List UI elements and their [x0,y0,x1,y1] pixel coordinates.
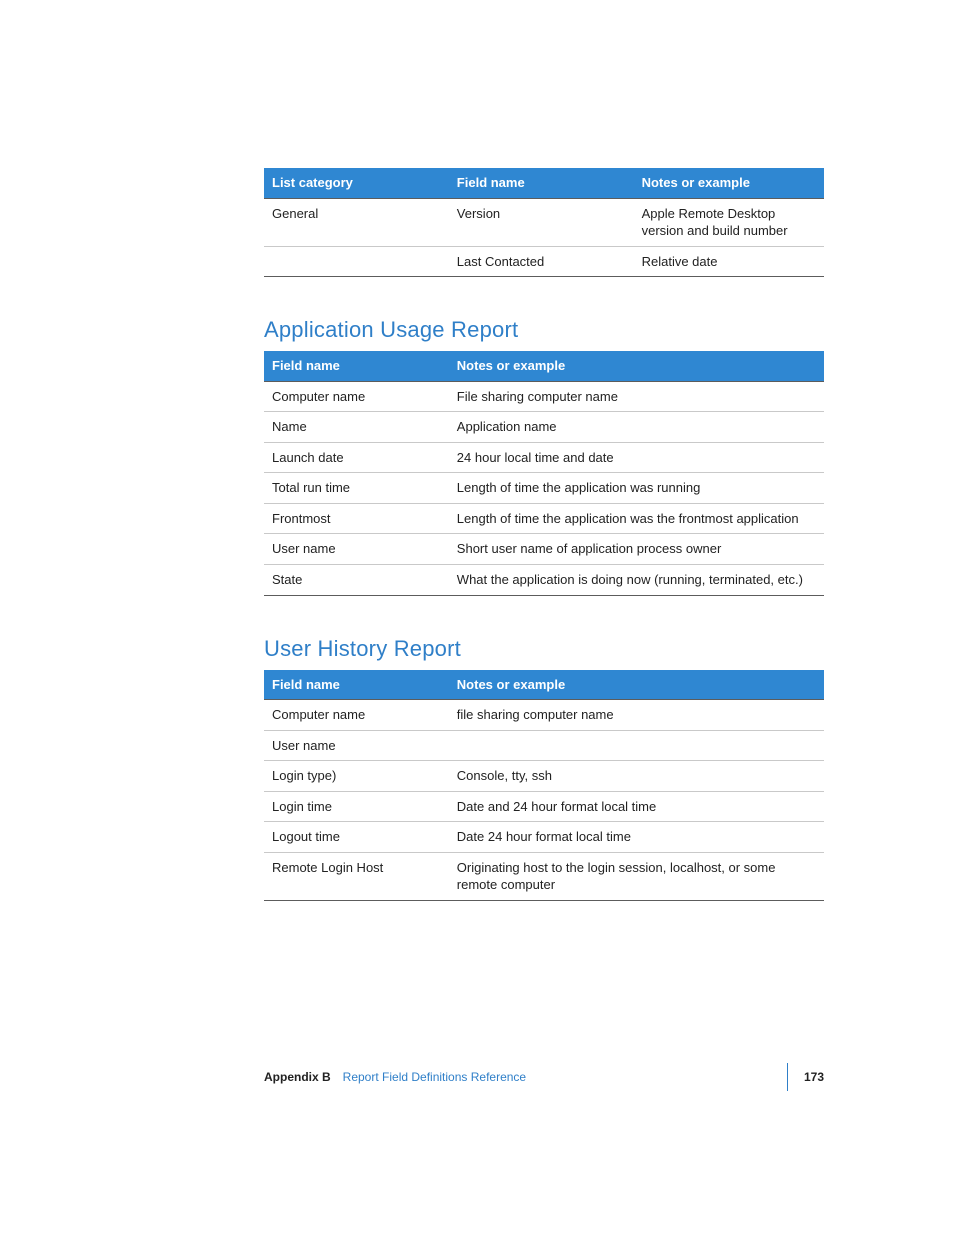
cell: Total run time [264,473,449,504]
cell: Login time [264,791,449,822]
cell [264,246,449,277]
cell [449,730,824,761]
table-user-history: Field name Notes or example Computer nam… [264,670,824,901]
cell: Launch date [264,442,449,473]
cell: Frontmost [264,503,449,534]
th-field-name: Field name [264,351,449,381]
cell: What the application is doing now (runni… [449,565,824,596]
table-application-usage: Field name Notes or example Computer nam… [264,351,824,595]
cell: State [264,565,449,596]
th-notes: Notes or example [449,670,824,700]
cell: Apple Remote Desktop version and build n… [634,198,824,246]
cell: Date 24 hour format local time [449,822,824,853]
th-notes: Notes or example [449,351,824,381]
cell: File sharing computer name [449,381,824,412]
cell: Length of time the application was runni… [449,473,824,504]
table-row: User nameShort user name of application … [264,534,824,565]
footer-divider [787,1063,788,1091]
cell: Computer name [264,700,449,731]
table-row: Computer namefile sharing computer name [264,700,824,731]
table-list-category: List category Field name Notes or exampl… [264,168,824,277]
footer-title: Report Field Definitions Reference [343,1070,526,1084]
table-row: Remote Login HostOriginating host to the… [264,852,824,900]
table-row: Launch date24 hour local time and date [264,442,824,473]
cell: file sharing computer name [449,700,824,731]
table-row: User name [264,730,824,761]
cell: 24 hour local time and date [449,442,824,473]
cell: Remote Login Host [264,852,449,900]
table-row: Login type)Console, tty, ssh [264,761,824,792]
cell: General [264,198,449,246]
heading-application-usage: Application Usage Report [264,317,824,343]
cell: Computer name [264,381,449,412]
cell: Application name [449,412,824,443]
table-row: Login timeDate and 24 hour format local … [264,791,824,822]
cell: Date and 24 hour format local time [449,791,824,822]
th-field-name: Field name [264,670,449,700]
table-row: Total run timeLength of time the applica… [264,473,824,504]
table-row: FrontmostLength of time the application … [264,503,824,534]
heading-user-history: User History Report [264,636,824,662]
cell: Originating host to the login session, l… [449,852,824,900]
cell: Relative date [634,246,824,277]
cell: Login type) [264,761,449,792]
th-list-category: List category [264,168,449,198]
cell: User name [264,534,449,565]
table-row: Computer nameFile sharing computer name [264,381,824,412]
cell: Name [264,412,449,443]
th-notes: Notes or example [634,168,824,198]
page-footer: Appendix B Report Field Definitions Refe… [264,1063,824,1091]
table-row: NameApplication name [264,412,824,443]
footer-page-number: 173 [804,1070,824,1084]
cell: Length of time the application was the f… [449,503,824,534]
cell: Last Contacted [449,246,634,277]
table-row: Logout timeDate 24 hour format local tim… [264,822,824,853]
cell: Short user name of application process o… [449,534,824,565]
cell: Logout time [264,822,449,853]
cell: Console, tty, ssh [449,761,824,792]
table-row: Last Contacted Relative date [264,246,824,277]
footer-appendix: Appendix B [264,1070,331,1084]
cell: User name [264,730,449,761]
table-row: StateWhat the application is doing now (… [264,565,824,596]
th-field-name: Field name [449,168,634,198]
table-row: General Version Apple Remote Desktop ver… [264,198,824,246]
cell: Version [449,198,634,246]
